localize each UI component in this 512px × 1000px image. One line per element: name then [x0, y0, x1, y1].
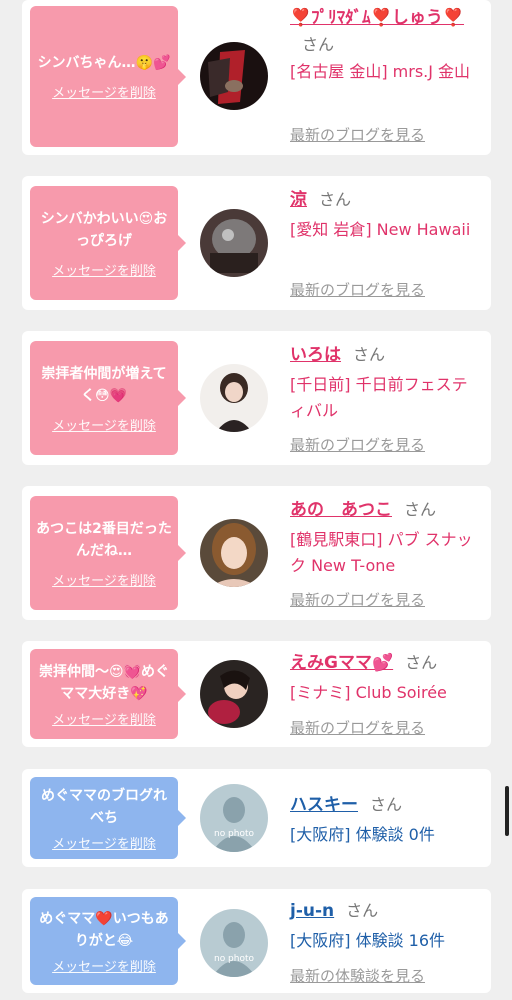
message-text: シンバちゃん…🤫💕 [37, 55, 171, 71]
avatar[interactable] [200, 209, 268, 277]
user-name-link[interactable]: あの あつこ [290, 500, 392, 520]
user-name-link[interactable]: いろは [290, 345, 341, 365]
delete-message-link[interactable]: メッセージを削除 [52, 956, 156, 975]
message-bubble: シンバちゃん…🤫💕 メッセージを削除 [30, 6, 186, 147]
latest-blog-link[interactable]: 最新のブログを見る [290, 124, 425, 145]
honorific: さん [319, 190, 352, 209]
shop-name: [愛知 岩倉] New Hawaii [290, 220, 471, 239]
avatar[interactable] [200, 519, 268, 587]
delete-message-link[interactable]: メッセージを削除 [52, 82, 156, 101]
user-name-link[interactable]: ❣️ﾌﾟﾘﾏﾀﾞﾑ❣️しゅう❣️ [290, 8, 464, 28]
message-bubble: めぐママ❤️いつもありがと😂 メッセージを削除 [30, 897, 186, 985]
message-card: シンバちゃん…🤫💕 メッセージを削除 ❣️ﾌﾟﾘﾏﾀﾞﾑ❣️しゅう❣️ さん [名… [22, 0, 491, 155]
message-bubble: めぐママのブログれべち メッセージを削除 [30, 777, 186, 859]
honorific: さん [404, 500, 437, 519]
avatar[interactable] [200, 42, 268, 110]
user-info: ハスキー さん [大阪府] 体験談 0件 [290, 791, 482, 848]
message-text: 崇拝者仲間が増えてく😳💗 [41, 365, 167, 404]
scrollbar[interactable] [505, 786, 509, 836]
shop-name: [鶴見駅東口] パブ スナック New T-one [290, 530, 473, 575]
user-info: j-u-n さん [大阪府] 体験談 16件 [290, 897, 482, 954]
delete-message-link[interactable]: メッセージを削除 [52, 415, 156, 434]
user-name-link[interactable]: えみGママ💕 [290, 653, 393, 673]
honorific: さん [405, 653, 438, 672]
user-info: 涼さん [愛知 岩倉] New Hawaii [290, 186, 482, 243]
message-bubble: 崇拝者仲間が増えてく😳💗 メッセージを削除 [30, 341, 186, 455]
message-text: シンバかわいい😍おっぴろげ [40, 210, 168, 249]
message-card: 崇拝仲間〜😍💓めぐママ大好き💖 メッセージを削除 えみGママ💕 さん [ミナミ] … [22, 641, 491, 747]
latest-review-link[interactable]: 最新の体験談を見る [290, 965, 425, 986]
delete-message-link[interactable]: メッセージを削除 [52, 570, 156, 589]
message-card: めぐママのブログれべち メッセージを削除 no photo ハスキー さん [大阪… [22, 769, 491, 867]
message-card: 崇拝者仲間が増えてく😳💗 メッセージを削除 いろは さん [千日前] 千日前フェス… [22, 331, 491, 465]
no-photo-label: no photo [214, 954, 255, 964]
latest-blog-link[interactable]: 最新のブログを見る [290, 279, 425, 300]
message-text: あつこは2番目だったんだね… [36, 520, 172, 559]
no-photo-label: no photo [214, 829, 255, 839]
message-bubble: 崇拝仲間〜😍💓めぐママ大好き💖 メッセージを削除 [30, 649, 186, 739]
message-text: めぐママのブログれべち [41, 787, 167, 826]
avatar[interactable]: no photo [200, 909, 268, 977]
user-info: あの あつこ さん [鶴見駅東口] パブ スナック New T-one [290, 496, 482, 579]
user-name-link[interactable]: ハスキー [290, 795, 358, 815]
message-bubble: シンバかわいい😍おっぴろげ メッセージを削除 [30, 186, 186, 300]
shop-name: [大阪府] 体験談 0件 [290, 825, 435, 844]
honorific: さん [346, 901, 379, 920]
delete-message-link[interactable]: メッセージを削除 [52, 260, 156, 279]
shop-name: [千日前] 千日前フェスティバル [290, 375, 468, 420]
message-bubble: あつこは2番目だったんだね… メッセージを削除 [30, 496, 186, 610]
message-text: めぐママ❤️いつもありがと😂 [39, 910, 169, 949]
honorific: さん [302, 35, 335, 54]
latest-blog-link[interactable]: 最新のブログを見る [290, 717, 425, 738]
user-name-link[interactable]: 涼 [290, 190, 307, 210]
message-card: めぐママ❤️いつもありがと😂 メッセージを削除 no photo j-u-n さん… [22, 889, 491, 993]
message-card: あつこは2番目だったんだね… メッセージを削除 あの あつこ さん [鶴見駅東口]… [22, 486, 491, 620]
latest-blog-link[interactable]: 最新のブログを見る [290, 434, 425, 455]
message-card: シンバかわいい😍おっぴろげ メッセージを削除 涼さん [愛知 岩倉] New H… [22, 176, 491, 310]
shop-name: [名古屋 金山] mrs.J 金山 [290, 62, 471, 81]
user-info: えみGママ💕 さん [ミナミ] Club Soirée [290, 649, 482, 706]
delete-message-link[interactable]: メッセージを削除 [52, 833, 156, 852]
user-info: ❣️ﾌﾟﾘﾏﾀﾞﾑ❣️しゅう❣️ さん [名古屋 金山] mrs.J 金山 [290, 6, 482, 85]
honorific: さん [353, 345, 386, 364]
delete-message-link[interactable]: メッセージを削除 [52, 709, 156, 728]
message-text: 崇拝仲間〜😍💓めぐママ大好き💖 [38, 663, 170, 702]
user-info: いろは さん [千日前] 千日前フェスティバル [290, 341, 482, 424]
avatar[interactable] [200, 660, 268, 728]
shop-name: [大阪府] 体験談 16件 [290, 931, 446, 950]
user-name-link[interactable]: j-u-n [290, 901, 334, 921]
avatar[interactable]: no photo [200, 784, 268, 852]
honorific: さん [370, 795, 403, 814]
latest-blog-link[interactable]: 最新のブログを見る [290, 589, 425, 610]
shop-name: [ミナミ] Club Soirée [290, 683, 447, 702]
avatar[interactable] [200, 364, 268, 432]
